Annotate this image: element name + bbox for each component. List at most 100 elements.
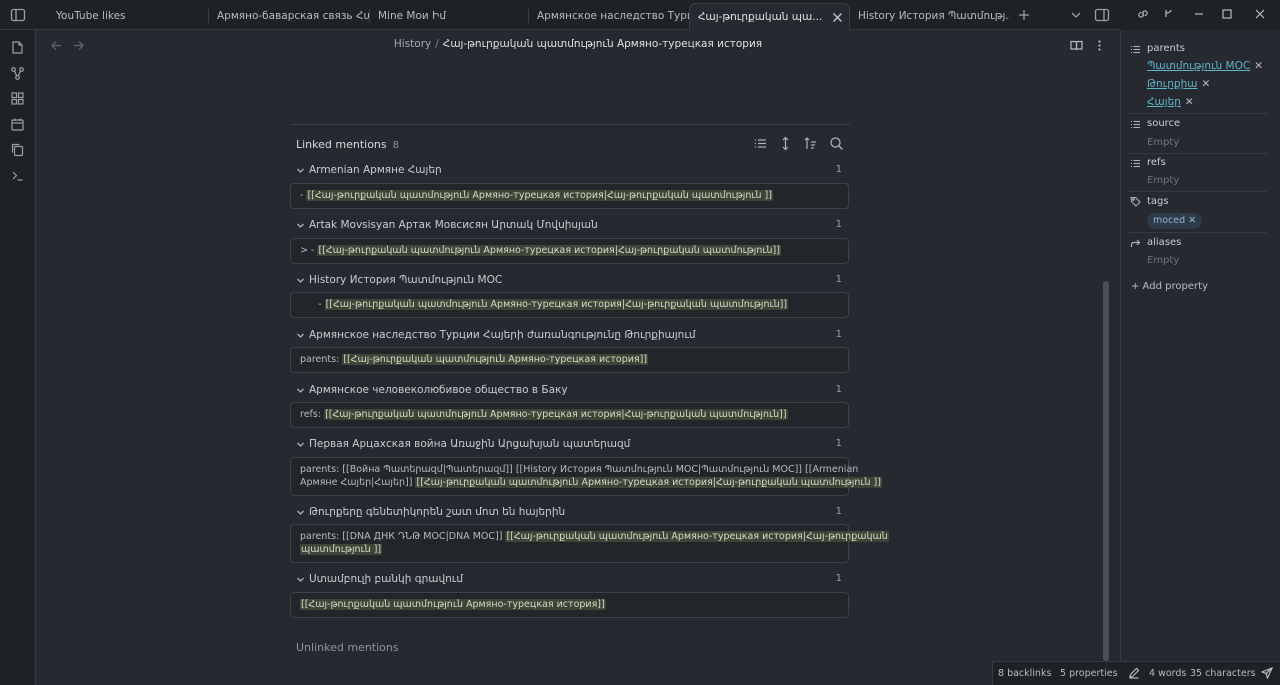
tab-armenian-turkish-history[interactable]: Հայ-թուրքական պա... xyxy=(689,3,850,30)
tag-text[interactable]: moced xyxy=(1153,215,1185,226)
mention-snippet[interactable]: parents: [[Война Պատերազմ|Պատերազմ]] [[H… xyxy=(290,457,882,496)
property-link[interactable]: Պատմություն MOC ✕ xyxy=(1147,60,1263,72)
tag-pill[interactable]: moced ✕ xyxy=(1147,213,1203,229)
property-value-source[interactable]: Empty xyxy=(1147,137,1179,148)
status-properties[interactable]: 5 properties xyxy=(1060,668,1118,679)
linked-mentions-header[interactable]: Linked mentions 8 xyxy=(296,138,399,151)
mention-group-title[interactable]: Армянское наследство Турции Հայերի ժառան… xyxy=(309,329,696,341)
pencil-icon[interactable] xyxy=(1128,667,1140,679)
search-icon[interactable] xyxy=(829,136,844,151)
remove-icon[interactable]: ✕ xyxy=(1201,78,1210,90)
internal-link[interactable]: [[Հայ-թուրքական պատմություն Армяно-турец… xyxy=(415,477,882,488)
mention-snippet[interactable]: > - [[Հայ-թուրքական պատմություն Армяно-т… xyxy=(290,238,849,264)
graph-icon[interactable] xyxy=(10,66,25,81)
property-name-source[interactable]: source xyxy=(1147,118,1180,129)
minimize-icon[interactable] xyxy=(1192,7,1206,21)
chevron-down-icon[interactable] xyxy=(296,386,305,395)
mention-snippet[interactable]: parents: [[Հայ-թուրքական պատմություն Арм… xyxy=(290,347,849,373)
internal-link[interactable]: [[Հայ-թուրքական պատմություն Армяно-турец… xyxy=(505,531,889,542)
remove-icon[interactable]: ✕ xyxy=(1188,215,1196,226)
sort-icon[interactable] xyxy=(803,136,818,151)
mention-group-title[interactable]: History История Պատմություն MOC xyxy=(309,274,502,286)
mention-snippet[interactable]: parents: [[DNA ДНК ԴՆԹ MOC|DNA MOC]] [[Հ… xyxy=(290,524,889,563)
mention-snippet[interactable]: - [[Հայ-թուրքական պատմություն Армяно-тур… xyxy=(290,292,849,318)
more-vertical-icon[interactable] xyxy=(1093,39,1106,52)
scrollbar[interactable] xyxy=(1103,281,1109,661)
chevron-down-icon[interactable] xyxy=(1068,7,1084,23)
mention-group[interactable]: Армянское наследство Турции Հայերի ժառան… xyxy=(296,329,842,343)
terminal-icon[interactable] xyxy=(10,168,25,183)
property-name-aliases[interactable]: aliases xyxy=(1147,237,1181,248)
plus-icon[interactable] xyxy=(1016,7,1032,23)
internal-link[interactable]: [[Հայ-թուրքական պատմություն Армяно-турец… xyxy=(317,245,781,256)
divider xyxy=(1127,191,1267,192)
property-link[interactable]: Թուրքիա ✕ xyxy=(1147,78,1210,90)
chevron-down-icon[interactable] xyxy=(296,440,305,449)
mention-group[interactable]: Армянское человеколюбивое общество в Бак… xyxy=(296,384,842,398)
chevron-down-icon[interactable] xyxy=(296,331,305,340)
mention-group-title[interactable]: Artak Movsisyan Артак Мовсисян Արտակ Մով… xyxy=(309,219,598,231)
internal-link[interactable]: [[Հայ-թուրքական պատմություն Армяно-турец… xyxy=(300,599,606,610)
tab-armenian-bavarian[interactable]: Армяно-баварская связь Հայ... xyxy=(209,3,369,30)
right-sidebar-icon[interactable] xyxy=(1094,7,1110,23)
mention-snippet[interactable]: refs: [[Հայ-թուրքական պատմություն Армяно… xyxy=(290,402,849,428)
sidebar-toggle-icon[interactable] xyxy=(10,7,26,23)
mention-group-title[interactable]: Armenian Армяне Հայեր xyxy=(309,164,442,176)
tab-history-moc[interactable]: History История Պատմությ... xyxy=(850,3,1010,30)
tab-armenian-heritage-turkey[interactable]: Армянское наследство Турции... xyxy=(529,3,689,30)
mention-snippet[interactable]: - [[Հայ-թուրքական պատմություն Армяно-тур… xyxy=(290,183,849,209)
mention-snippet[interactable]: [[Հայ-թուրքական պատմություն Армяно-турец… xyxy=(290,592,849,618)
chevron-down-icon[interactable] xyxy=(296,575,305,584)
property-link[interactable]: Հայեր ✕ xyxy=(1147,96,1194,108)
internal-link[interactable]: [[Հայ-թուրքական պատմություն Армяно-турец… xyxy=(324,409,788,420)
property-value-aliases[interactable]: Empty xyxy=(1147,255,1179,266)
mention-group-title[interactable]: Ստամբուլի բանկի գրավում xyxy=(309,573,463,585)
copy-icon[interactable] xyxy=(10,142,25,157)
property-name-refs[interactable]: refs xyxy=(1147,157,1166,168)
mention-group[interactable]: Թուրքերը գենետիկորեն շատ մոտ են հայերին … xyxy=(296,506,842,520)
close-window-icon[interactable] xyxy=(1253,7,1267,21)
tab-mine[interactable]: Mine Мои Իմ xyxy=(370,3,528,30)
mention-group[interactable]: History История Պատմություն MOC 1 xyxy=(296,274,842,288)
remove-icon[interactable]: ✕ xyxy=(1254,60,1263,72)
mention-group[interactable]: Ստամբուլի բանկի գրավում 1 xyxy=(296,573,842,587)
internal-link[interactable]: [[Հայ-թուրքական պատմություն Армяно-турец… xyxy=(342,354,649,365)
property-link-text[interactable]: Թուրքիա xyxy=(1147,78,1197,90)
internal-link[interactable]: պատմություն ]] xyxy=(300,544,383,555)
tab-youtube-likes[interactable]: YouTube likes xyxy=(48,3,208,30)
mention-group[interactable]: Artak Movsisyan Артак Мовсисян Արտակ Մով… xyxy=(296,219,842,233)
expand-vertical-icon[interactable] xyxy=(778,136,793,151)
mention-group[interactable]: Первая Арцахская война Առաջին Արցախյան պ… xyxy=(296,438,842,452)
add-property-button[interactable]: + Add property xyxy=(1131,281,1208,292)
unlinked-mentions-header[interactable]: Unlinked mentions xyxy=(296,641,399,654)
internal-link[interactable]: [[Հայ-թուրքական պատմություն Армяно-турец… xyxy=(306,190,773,201)
mention-group-title[interactable]: Թուրքերը գենետիկորեն շատ մոտ են հայերին xyxy=(309,506,565,518)
property-name-parents[interactable]: parents xyxy=(1147,43,1185,54)
remove-icon[interactable]: ✕ xyxy=(1185,96,1194,108)
send-icon[interactable] xyxy=(1261,667,1273,679)
history-icon[interactable] xyxy=(1162,7,1176,21)
chevron-down-icon[interactable] xyxy=(296,221,305,230)
calendar-icon[interactable] xyxy=(10,117,25,132)
chevron-down-icon[interactable] xyxy=(296,508,305,517)
status-backlinks[interactable]: 8 backlinks xyxy=(998,668,1051,679)
property-link-text[interactable]: Հայեր xyxy=(1147,96,1181,108)
canvas-icon[interactable] xyxy=(10,91,25,106)
property-value-refs[interactable]: Empty xyxy=(1147,175,1179,186)
maximize-icon[interactable] xyxy=(1220,7,1234,21)
property-link-text[interactable]: Պատմություն MOC xyxy=(1147,60,1250,72)
property-name-tags[interactable]: tags xyxy=(1147,196,1169,207)
list-icon[interactable] xyxy=(753,136,768,151)
mention-group[interactable]: Armenian Армяне Հայեր 1 xyxy=(296,164,842,178)
mention-group-title[interactable]: Первая Арцахская война Առաջին Արցախյան պ… xyxy=(309,438,630,450)
chevron-down-icon[interactable] xyxy=(296,166,305,175)
mention-group-title[interactable]: Армянское человеколюбивое общество в Бак… xyxy=(309,384,568,396)
tab-label: YouTube likes xyxy=(56,10,126,22)
chevron-down-icon[interactable] xyxy=(296,276,305,285)
internal-link[interactable]: [[Հայ-թուրքական պատմություն Армяно-турец… xyxy=(324,299,789,310)
close-tab-icon[interactable] xyxy=(832,12,843,23)
breadcrumb-parent[interactable]: History xyxy=(394,38,431,50)
page-title[interactable]: Հայ-թուրքական պատմություն Армяно-турецка… xyxy=(443,38,762,50)
book-open-icon[interactable] xyxy=(1070,39,1083,52)
link-icon[interactable] xyxy=(1136,7,1150,21)
